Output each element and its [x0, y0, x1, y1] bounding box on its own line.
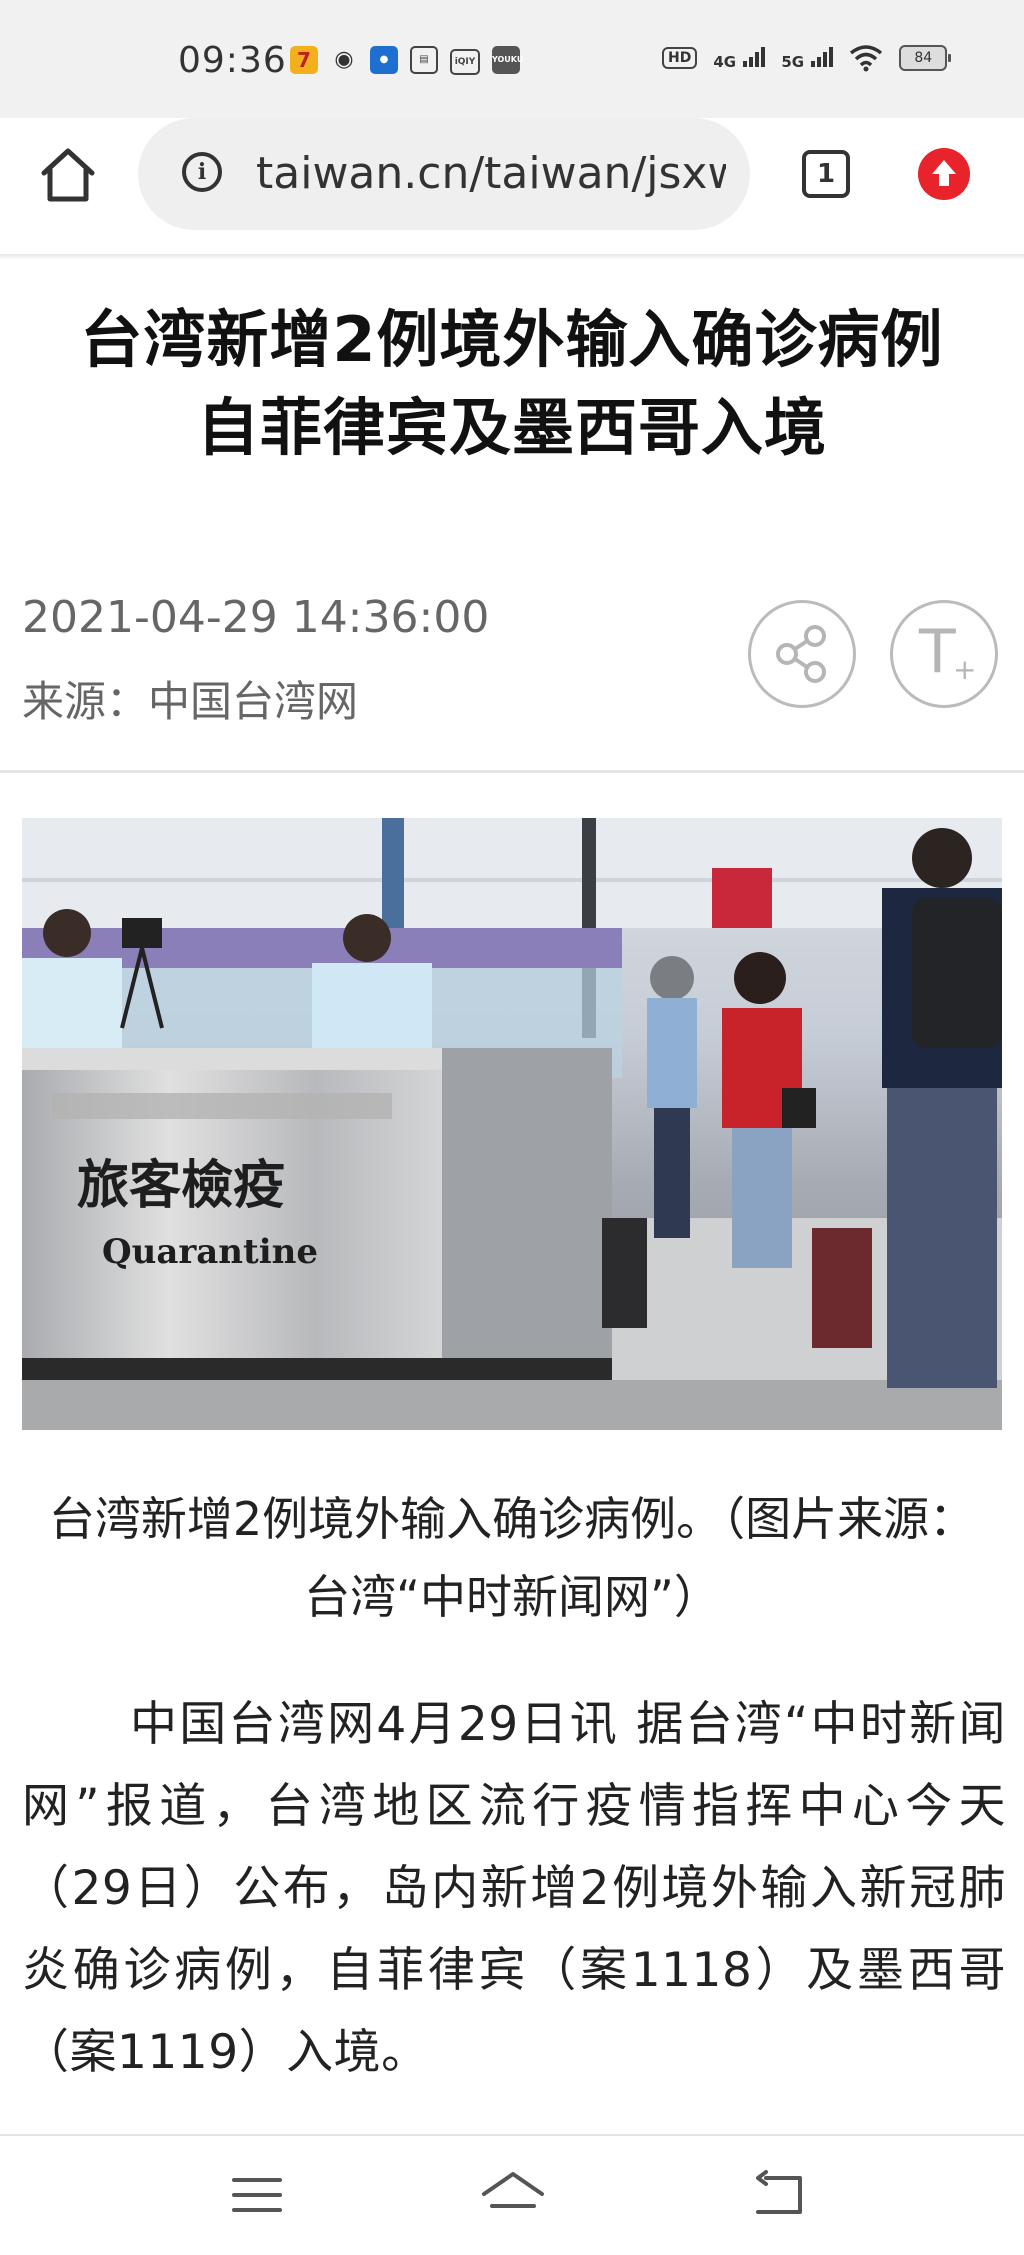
- update-button[interactable]: [918, 148, 970, 200]
- menu-icon[interactable]: [230, 2168, 284, 2222]
- signal-4g-icon: 4G: [713, 45, 766, 71]
- seven-icon: 7: [290, 46, 318, 74]
- system-nav-bar: [0, 2134, 1024, 2255]
- font-size-button[interactable]: T +: [890, 600, 998, 708]
- font-size-icon: T: [919, 617, 956, 687]
- header-shadow: [0, 254, 1024, 260]
- status-bar: 09:36 7 ◉ ● ▤ iQIY YOUKU HD 4G 5G 84: [0, 0, 1024, 118]
- wifi-icon: [850, 45, 883, 72]
- hd-indicator: HD: [662, 47, 698, 69]
- home-icon: [41, 148, 95, 202]
- status-indicators: HD 4G 5G 84: [662, 44, 952, 72]
- title-line-1: 台湾新增2例境外输入确诊病例: [80, 303, 944, 376]
- plus-icon: +: [953, 653, 977, 686]
- share-button[interactable]: [748, 600, 856, 708]
- photo-sign-en: Quarantine: [102, 1232, 318, 1272]
- article-body: 中国台湾网4月29日讯 据台湾“中时新闻网”报道，台湾地区流行疫情指挥中心今天（…: [22, 1697, 1006, 2080]
- notification-icons: 7 ◉ ● ▤ iQIY YOUKU: [290, 46, 523, 75]
- app-icon: ●: [370, 46, 398, 74]
- home-nav-icon[interactable]: [478, 2168, 548, 2222]
- back-icon[interactable]: [752, 2168, 808, 2222]
- weibo-icon: ◉: [334, 47, 354, 72]
- article-title: 台湾新增2例境外输入确诊病例 自菲律宾及墨西哥入境: [30, 296, 994, 472]
- signal-5g-icon: 5G: [781, 45, 834, 71]
- photo-caption: 台湾新增2例境外输入确诊病例。（图片来源：台湾“中时新闻网”）: [48, 1492, 976, 1624]
- divider: [0, 770, 1024, 773]
- battery-icon: 84: [899, 45, 952, 71]
- article-photo: 旅客檢疫 Quarantine: [22, 818, 1002, 1430]
- photo-illustration: 旅客檢疫 Quarantine: [22, 818, 1002, 1430]
- home-button[interactable]: [38, 145, 98, 205]
- network-5g-label: 5G: [781, 53, 805, 71]
- info-icon[interactable]: i: [182, 152, 222, 192]
- photo-sign-zh: 旅客檢疫: [77, 1155, 285, 1216]
- title-line-2: 自菲律宾及墨西哥入境: [196, 391, 827, 464]
- network-4g-label: 4G: [713, 53, 737, 71]
- youku-icon: YOUKU: [492, 46, 523, 74]
- tab-switcher-button[interactable]: 1: [802, 150, 850, 198]
- url-text[interactable]: taiwan.cn/taiwan/jsxw: [256, 148, 726, 200]
- status-time: 09:36: [178, 40, 287, 81]
- iqiyi-icon: iQIY: [450, 49, 480, 75]
- share-icon: [776, 625, 826, 683]
- arrow-up-icon: [932, 160, 956, 186]
- article-source: 来源：中国台湾网: [22, 677, 359, 726]
- reader-icon: ▤: [410, 46, 438, 74]
- publish-date: 2021-04-29 14:36:00: [22, 592, 490, 643]
- address-bar[interactable]: i taiwan.cn/taiwan/jsxw: [138, 118, 750, 230]
